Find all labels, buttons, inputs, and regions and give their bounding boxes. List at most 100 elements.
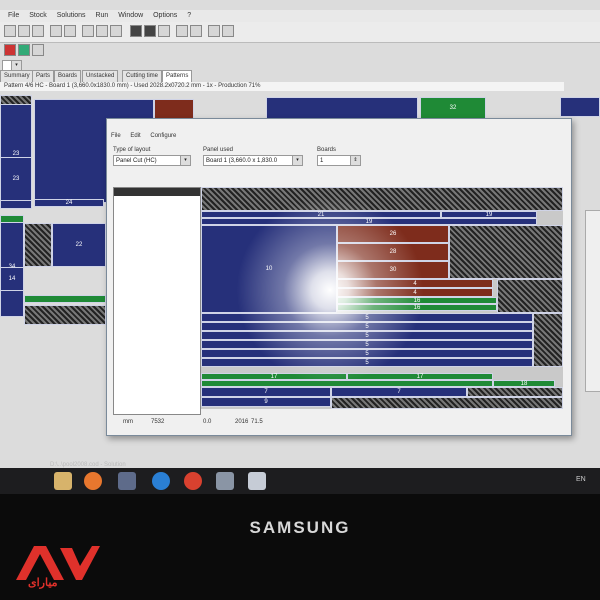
- part-strip: 17: [201, 373, 347, 380]
- part-strip: 9: [201, 397, 331, 407]
- boards-label: Boards: [317, 147, 337, 153]
- part-block: 28: [337, 243, 449, 261]
- help-icon[interactable]: [222, 25, 234, 37]
- waste-area: [449, 225, 563, 279]
- stock-icon[interactable]: [4, 44, 16, 56]
- menu-help[interactable]: ?: [187, 10, 191, 22]
- file-explorer-icon[interactable]: [54, 472, 72, 490]
- side-panel: [585, 210, 600, 392]
- edge-icon[interactable]: [152, 472, 170, 490]
- part-strip: 4: [337, 288, 493, 297]
- pattern-dialog: File Edit Configure Type of layout Panel…: [106, 118, 572, 436]
- print-icon[interactable]: [50, 25, 62, 37]
- menu-window[interactable]: Window: [118, 10, 143, 22]
- part-strip: 19: [441, 211, 537, 218]
- status-width: 2016: [235, 419, 249, 425]
- copy-icon[interactable]: [96, 25, 108, 37]
- pattern-info-line: Pattern 4/6 HC - Board 1 (3,660.0x1830.0…: [0, 82, 564, 91]
- part-strip: 5: [201, 358, 533, 367]
- waste-area: [24, 305, 106, 325]
- part-strip: 17: [347, 373, 493, 380]
- stop-icon[interactable]: [144, 25, 156, 37]
- dialog-menu-edit[interactable]: Edit: [130, 133, 140, 139]
- part-strip: 7: [331, 387, 467, 397]
- menu-options[interactable]: Options: [153, 10, 177, 22]
- firefox-icon[interactable]: [84, 472, 102, 490]
- part-strip: 16: [337, 297, 497, 304]
- part-strip: 5: [201, 340, 533, 349]
- part-block: [24, 295, 106, 303]
- menu-stock[interactable]: Stock: [29, 10, 47, 22]
- pattern-list[interactable]: [113, 187, 201, 415]
- status-yield: 71.5: [251, 419, 263, 425]
- type-of-layout-select[interactable]: Panel Cut (HC) ▾: [113, 155, 191, 166]
- chevron-down-icon: ▾: [180, 156, 190, 165]
- waste-area: [467, 387, 563, 397]
- language-indicator[interactable]: EN: [576, 476, 586, 483]
- app-icon[interactable]: [216, 472, 234, 490]
- part-strip: 18: [493, 380, 555, 387]
- watermark-text: میارای: [28, 577, 58, 589]
- waste-area: [24, 223, 52, 267]
- panel-used-select[interactable]: Board 1 (3,660.0 x 1,830.0 ▾: [203, 155, 303, 166]
- layout-icon[interactable]: [32, 44, 44, 56]
- run-icon[interactable]: [130, 25, 142, 37]
- part-block: 30: [337, 261, 449, 279]
- part-block: 14: [0, 267, 24, 291]
- menu-bar: File Stock Solutions Run Window Options …: [0, 10, 600, 22]
- part-strip: 5: [201, 322, 533, 331]
- media-player-icon[interactable]: [118, 472, 136, 490]
- part-strip: 5: [201, 313, 533, 322]
- part-strip: 19: [201, 218, 537, 225]
- chrome-icon[interactable]: [184, 472, 202, 490]
- chart-icon[interactable]: [176, 25, 188, 37]
- part-block: [266, 97, 418, 119]
- dialog-menu-file[interactable]: File: [111, 133, 121, 139]
- waste-area: [0, 95, 32, 105]
- report-icon[interactable]: [158, 25, 170, 37]
- waste-area: [331, 397, 563, 409]
- menu-file[interactable]: File: [8, 10, 19, 22]
- save-icon[interactable]: [32, 25, 44, 37]
- spinner-arrows-icon[interactable]: ⇕: [350, 156, 360, 165]
- new-icon[interactable]: [4, 25, 16, 37]
- part-strip: 16: [337, 304, 497, 311]
- cutting-app-icon[interactable]: [248, 472, 266, 490]
- open-icon[interactable]: [18, 25, 30, 37]
- panel-used-label: Panel used: [203, 147, 234, 153]
- toolbar: [0, 22, 600, 56]
- list-header: [114, 188, 200, 196]
- waste-area: [533, 313, 563, 367]
- part-block: 32: [420, 97, 486, 119]
- part-block: 23: [0, 157, 32, 201]
- type-of-layout-label: Type of layout: [113, 147, 151, 153]
- chevron-down-icon: ▾: [292, 156, 302, 165]
- part-strip: 4: [337, 279, 493, 288]
- part-strip: 5: [201, 349, 533, 358]
- dialog-status-bar: mm 7532 0.0 2016 71.5: [111, 417, 567, 429]
- monitor-screen: File Stock Solutions Run Window Options …: [0, 0, 600, 475]
- part-block: 22: [52, 223, 106, 267]
- part-strip: 21: [201, 211, 441, 218]
- zoom-icon[interactable]: [64, 25, 76, 37]
- cut-icon[interactable]: [82, 25, 94, 37]
- settings-icon[interactable]: [208, 25, 220, 37]
- waste-area: [497, 279, 563, 313]
- part-block: [560, 97, 600, 117]
- part-strip: 5: [201, 331, 533, 340]
- parts-icon[interactable]: [18, 44, 30, 56]
- list-icon[interactable]: [190, 25, 202, 37]
- boards-spinner[interactable]: 1 ⇕: [317, 155, 361, 166]
- menu-run[interactable]: Run: [95, 10, 108, 22]
- chevron-down-icon: ▾: [11, 61, 21, 70]
- menu-solutions[interactable]: Solutions: [57, 10, 86, 22]
- part-strip: [201, 380, 493, 387]
- dialog-menu-configure[interactable]: Configure: [150, 133, 176, 139]
- part-strip: 7: [201, 387, 331, 397]
- status-length: 7532: [151, 419, 165, 425]
- cutting-layout-canvas[interactable]: 21 19 19 10 26 28 30 4 4 16 16 5 5 5 5 5…: [201, 187, 563, 409]
- status-offset: 0.0: [203, 419, 212, 425]
- part-block: 10: [201, 225, 337, 313]
- paste-icon[interactable]: [110, 25, 122, 37]
- dialog-menu: File Edit Configure: [111, 133, 184, 139]
